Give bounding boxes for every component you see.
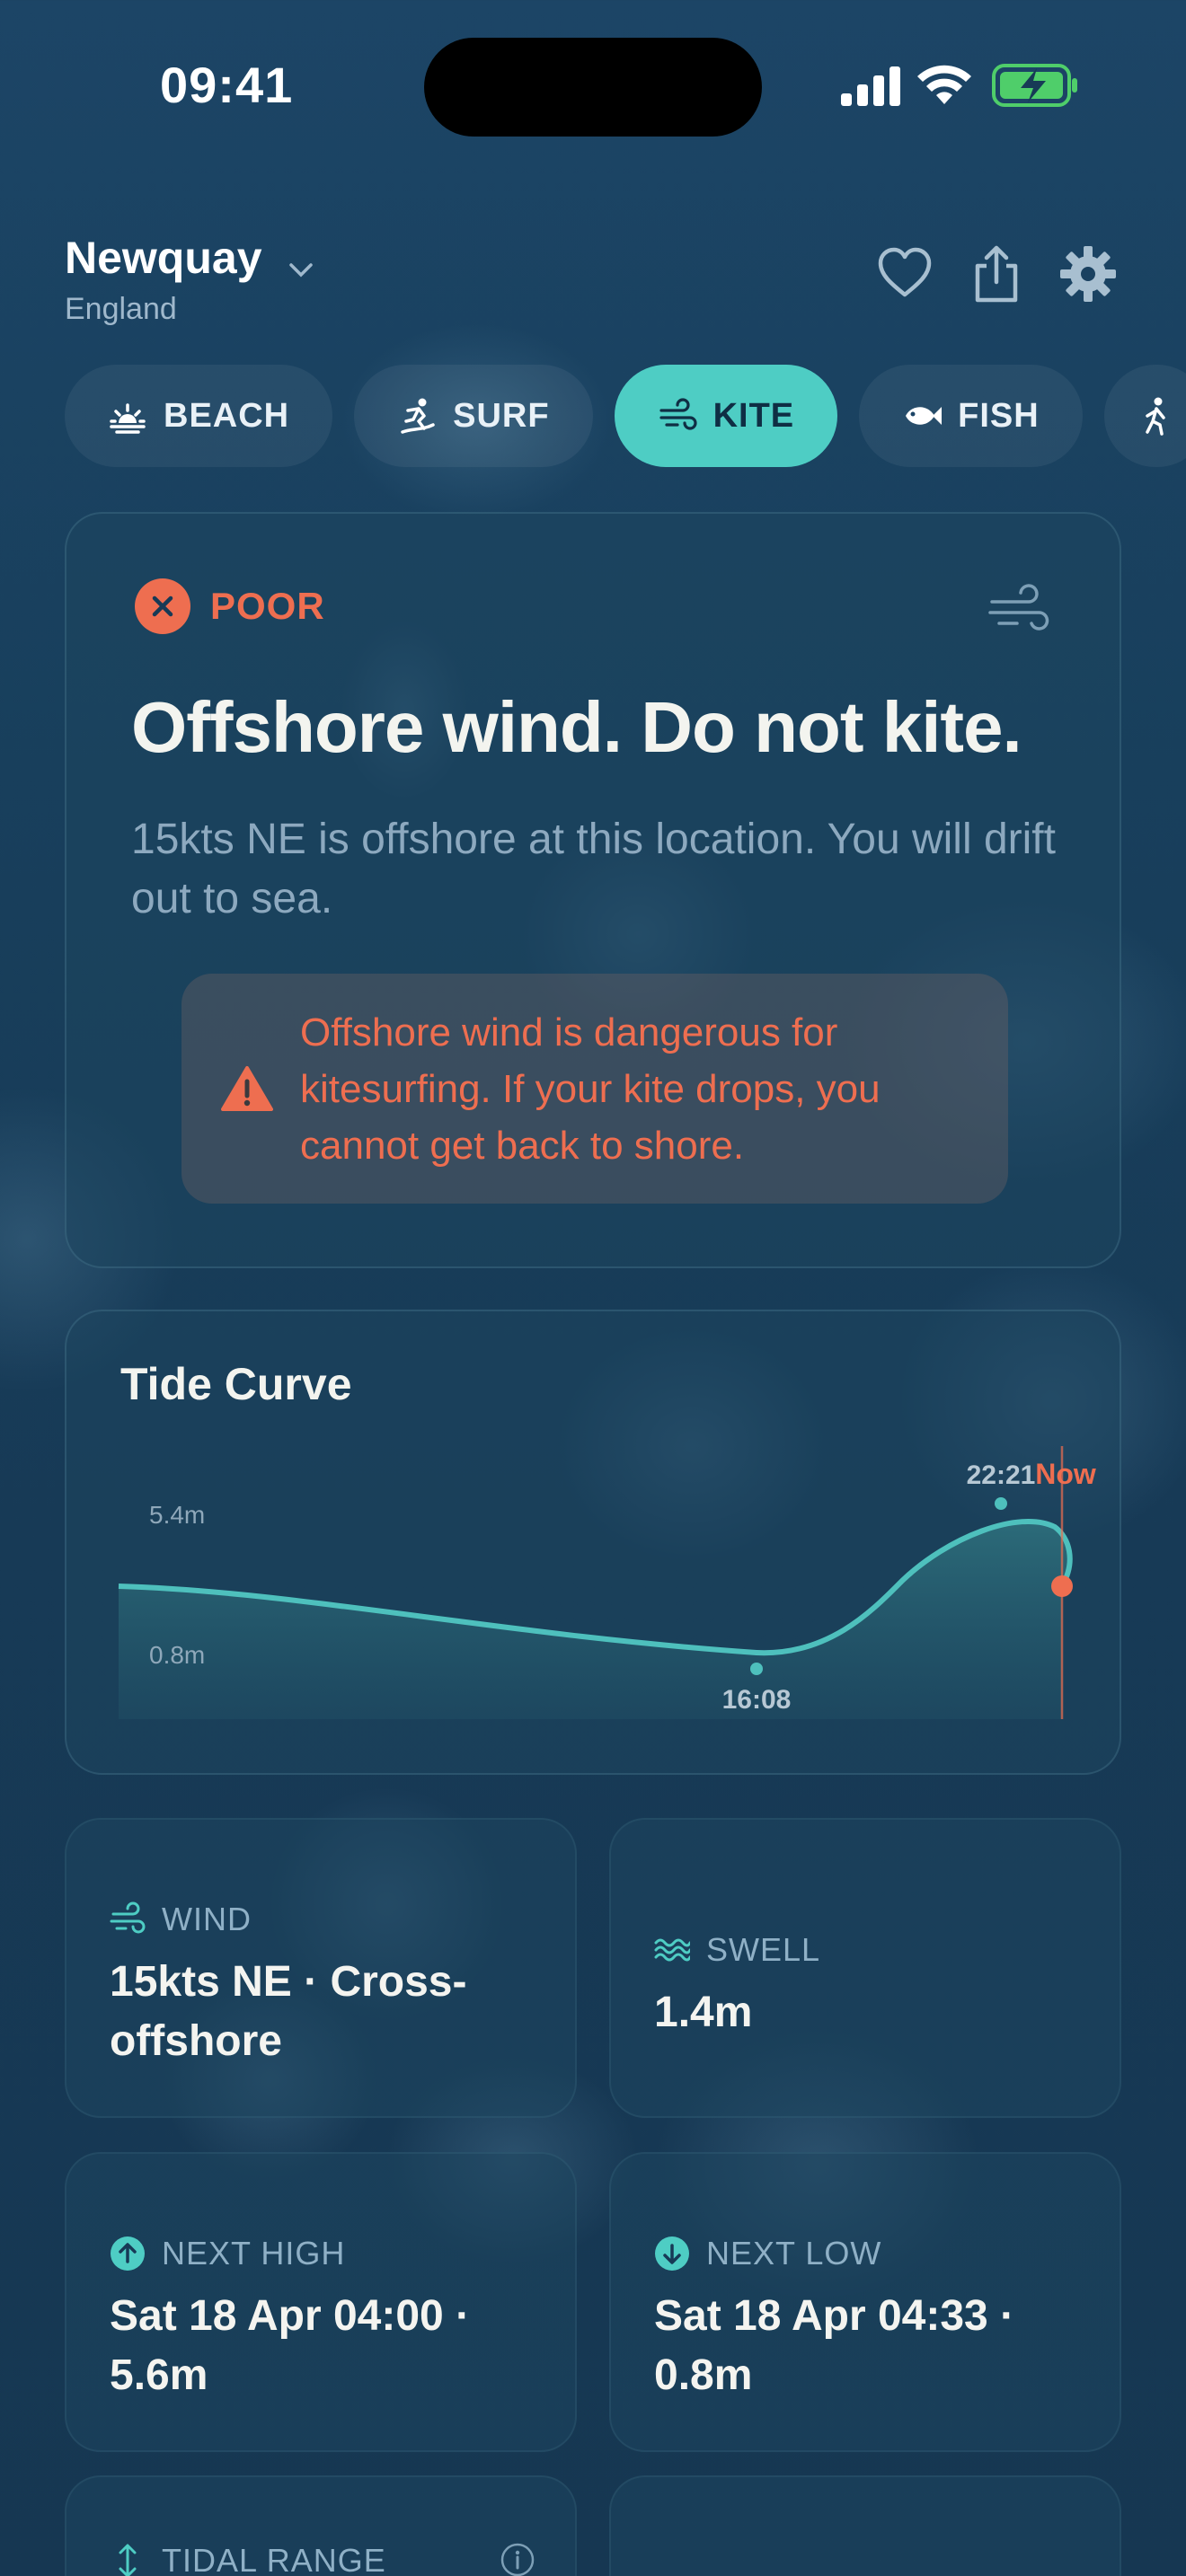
wind-tile-label: WIND bbox=[110, 1901, 252, 1938]
location-selector[interactable]: Newquay England bbox=[65, 232, 316, 327]
tidal-range-tile[interactable]: TIDAL RANGE bbox=[65, 2475, 577, 2576]
next-high-label: NEXT HIGH bbox=[110, 2235, 345, 2272]
arrow-up-circle-icon bbox=[111, 2236, 145, 2271]
vertical-range-icon bbox=[119, 2544, 137, 2576]
swell-tile-label: SWELL bbox=[654, 1931, 820, 1969]
next-tile[interactable] bbox=[609, 2475, 1121, 2576]
tide-curve-card: Tide Curve 5.4m 0.8m 16:08 22:21 Now bbox=[65, 1310, 1121, 1775]
tab-beach[interactable]: BEACH bbox=[65, 365, 333, 467]
walker-icon bbox=[1145, 397, 1165, 436]
warning-text: Offshore wind is dangerous for kitesurfi… bbox=[300, 1010, 881, 1168]
gear-icon[interactable] bbox=[1058, 244, 1118, 304]
fish-icon bbox=[906, 407, 943, 425]
next-low-value: Sat 18 Apr 04:33 · 0.8m bbox=[654, 2292, 1015, 2399]
high-value-label: 5.4m bbox=[149, 1501, 205, 1529]
low-time-label: 16:08 bbox=[722, 1685, 792, 1715]
location-name: Newquay bbox=[65, 233, 262, 283]
location-region: England bbox=[65, 291, 177, 326]
rating-headline: Offshore wind. Do not kite. bbox=[131, 687, 1022, 767]
wind-tile[interactable]: WIND 15kts NE · Cross-offshore bbox=[65, 1818, 577, 2118]
next-low-label: NEXT LOW bbox=[654, 2235, 881, 2272]
battery-charging-icon bbox=[992, 64, 1077, 107]
waves-icon bbox=[654, 1938, 690, 1962]
wind-icon bbox=[110, 1901, 146, 1934]
sunrise-icon bbox=[110, 403, 146, 434]
tab-fish[interactable]: FISH bbox=[859, 365, 1083, 467]
next-low-tile[interactable]: NEXT LOW Sat 18 Apr 04:33 · 0.8m bbox=[609, 2152, 1121, 2452]
status-bar: 09:41 bbox=[0, 0, 1186, 171]
next-high-value: Sat 18 Apr 04:00 · 5.6m bbox=[110, 2292, 471, 2399]
heart-icon[interactable] bbox=[875, 244, 934, 304]
tab-kite-label: KITE bbox=[712, 396, 795, 435]
wind-icon bbox=[988, 584, 1049, 631]
wifi-icon bbox=[917, 65, 971, 104]
tab-kite[interactable]: KITE bbox=[614, 365, 838, 467]
now-point bbox=[1051, 1575, 1073, 1597]
tidal-range-label: TIDAL RANGE bbox=[110, 2542, 386, 2576]
tab-beach-label: BEACH bbox=[164, 396, 290, 435]
low-value-label: 0.8m bbox=[149, 1641, 205, 1669]
now-label: Now bbox=[1035, 1458, 1096, 1490]
info-icon[interactable] bbox=[500, 2542, 535, 2576]
close-circle-icon bbox=[135, 578, 190, 634]
wind-icon bbox=[659, 398, 697, 430]
swell-tile-value: 1.4m bbox=[654, 1989, 753, 2036]
wind-tile-value: 15kts NE · Cross-offshore bbox=[110, 1958, 467, 2065]
tide-chart: Tide Curve 5.4m 0.8m 16:08 22:21 Now bbox=[118, 1359, 1096, 1719]
surfer-icon bbox=[401, 398, 435, 434]
low-point bbox=[750, 1663, 763, 1675]
tab-fish-label: FISH bbox=[958, 396, 1040, 435]
tab-walk[interactable] bbox=[1103, 365, 1186, 467]
rating-label: POOR bbox=[210, 585, 325, 627]
tide-area bbox=[119, 1521, 1070, 1719]
rating-badge: POOR bbox=[135, 578, 325, 634]
high-point bbox=[995, 1497, 1007, 1510]
activity-tabs: BEACH SURF KITE FISH bbox=[65, 365, 1186, 467]
swell-tile[interactable]: SWELL 1.4m bbox=[609, 1818, 1121, 2118]
tide-title: Tide Curve bbox=[120, 1359, 352, 1409]
share-icon[interactable] bbox=[967, 244, 1026, 304]
dynamic-island bbox=[424, 38, 762, 137]
warning-banner: Offshore wind is dangerous for kitesurfi… bbox=[181, 974, 1008, 1204]
tab-surf[interactable]: SURF bbox=[354, 365, 593, 467]
rating-description: 15kts NE is offshore at this location. Y… bbox=[131, 816, 1056, 922]
arrow-down-circle-icon bbox=[655, 2236, 689, 2271]
warning-triangle-icon bbox=[221, 1066, 273, 1111]
cellular-signal-icon bbox=[841, 66, 900, 106]
status-time: 09:41 bbox=[160, 57, 294, 113]
tab-surf-label: SURF bbox=[453, 396, 550, 435]
kite-rating-card: POOR Offshore wind. Do not kite. 15kts N… bbox=[65, 512, 1121, 1268]
chevron-down-icon bbox=[289, 263, 313, 278]
next-high-tile[interactable]: NEXT HIGH Sat 18 Apr 04:00 · 5.6m bbox=[65, 2152, 577, 2452]
high-time-label: 22:21 bbox=[967, 1460, 1036, 1490]
